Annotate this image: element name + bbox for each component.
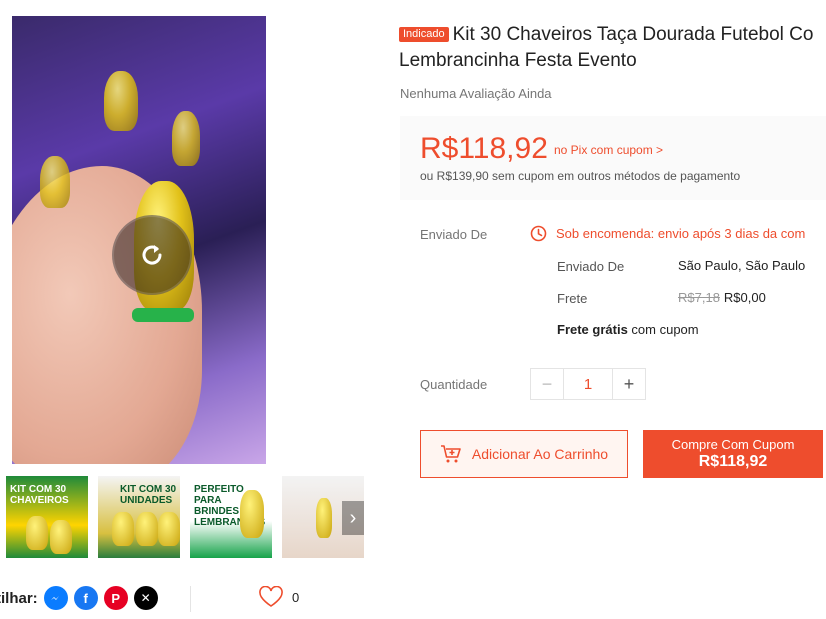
thumbnail-next-button[interactable]: ›: [342, 501, 364, 535]
freight-old-price: R$7,18: [678, 290, 720, 305]
product-title-line2: Lembrancinha Festa Evento: [399, 50, 637, 71]
quantity-label: Quantidade: [420, 377, 488, 392]
add-to-cart-button[interactable]: Adicionar Ao Carrinho: [420, 430, 628, 478]
freight-value: R$7,18 R$0,00: [678, 290, 766, 305]
add-to-cart-label: Adicionar Ao Carrinho: [471, 446, 609, 462]
replay-button[interactable]: [112, 215, 192, 295]
share-label: tilhar:: [0, 589, 38, 607]
thumbnail-2[interactable]: KIT COM 30 UNIDADES: [98, 476, 180, 558]
quantity-input[interactable]: 1: [563, 369, 613, 399]
price-alternative: ou R$139,90 sem cupom em outros métodos …: [420, 169, 741, 183]
pinterest-icon[interactable]: P: [103, 586, 128, 610]
replay-icon: [142, 245, 162, 265]
decrease-quantity-button[interactable]: −: [531, 369, 563, 399]
like-button[interactable]: 0: [258, 586, 299, 608]
thumbnail-1[interactable]: KIT COM 30 CHAVEIROS: [6, 476, 88, 558]
trophy-image: [104, 71, 138, 131]
x-icon[interactable]: ✕: [133, 586, 158, 610]
facebook-icon[interactable]: f: [73, 586, 98, 610]
like-count: 0: [292, 589, 300, 605]
trophy-image: [112, 512, 134, 546]
trophy-image: [40, 156, 70, 208]
trophy-image: [136, 512, 158, 546]
product-page: KIT COM 30 CHAVEIROS KIT COM 30 UNIDADES…: [0, 0, 826, 619]
buy-button-label: Compre Com Cupom: [671, 437, 795, 452]
quantity-stepper: − 1 +: [530, 368, 646, 400]
increase-quantity-button[interactable]: +: [613, 369, 645, 399]
trophy-image: [158, 512, 180, 546]
trophy-image: [240, 490, 264, 538]
share-row: tilhar: f P ✕: [0, 584, 158, 612]
rating-text: Nenhuma Avaliação Ainda: [400, 86, 552, 101]
divider: [190, 586, 191, 612]
chevron-right-icon: ›: [349, 506, 357, 529]
shipping-status-text: Sob encomenda: envio após 3 dias da com: [556, 226, 806, 241]
product-title: Indicado Kit 30 Chaveiros Taça Dourada Fu…: [399, 22, 826, 48]
product-video[interactable]: [12, 16, 266, 464]
trophy-image: [316, 498, 332, 538]
thumbnail-3[interactable]: PERFEITO PARA BRINDES E LEMBRANÇAS: [190, 476, 272, 558]
trophy-image: [50, 520, 72, 554]
thumbnail-text: KIT COM 30 CHAVEIROS: [10, 484, 69, 506]
recommended-badge: Indicado: [399, 27, 449, 42]
heart-icon: [259, 586, 283, 607]
free-shipping-rest: com cupom: [627, 322, 699, 337]
free-shipping-note: Frete grátis com cupom: [557, 322, 699, 337]
freight-new-price: R$0,00: [723, 290, 766, 305]
free-shipping-bold: Frete grátis: [557, 322, 628, 337]
price-box: R$118,92 no Pix com cupom > ou R$139,90 …: [400, 116, 826, 200]
clock-icon: [530, 225, 547, 242]
price-main: R$118,92: [420, 132, 548, 165]
pix-coupon-link[interactable]: no Pix com cupom >: [554, 143, 663, 157]
ship-from-value: São Paulo, São Paulo: [678, 258, 806, 273]
shipping-label: Enviado De: [420, 227, 488, 242]
thumbnail-4[interactable]: ›: [282, 476, 364, 558]
messenger-icon[interactable]: [43, 586, 68, 610]
share-icons: f P ✕: [43, 586, 158, 610]
trophy-base: [132, 308, 194, 322]
thumbnail-text: KIT COM 30 UNIDADES: [120, 484, 177, 506]
shipping-status: Sob encomenda: envio após 3 dias da com: [530, 225, 805, 242]
buy-with-coupon-button[interactable]: Compre Com Cupom R$118,92: [643, 430, 823, 478]
buy-button-price: R$118,92: [698, 453, 768, 470]
thumbnail-strip: KIT COM 30 CHAVEIROS KIT COM 30 UNIDADES…: [6, 476, 366, 558]
trophy-image: [172, 111, 200, 166]
ship-from-label: Enviado De: [557, 259, 625, 274]
freight-label: Frete: [557, 291, 588, 306]
cart-icon: [440, 445, 461, 463]
trophy-image: [26, 516, 48, 550]
product-title-text: Kit 30 Chaveiros Taça Dourada Futebol Co: [452, 24, 814, 45]
